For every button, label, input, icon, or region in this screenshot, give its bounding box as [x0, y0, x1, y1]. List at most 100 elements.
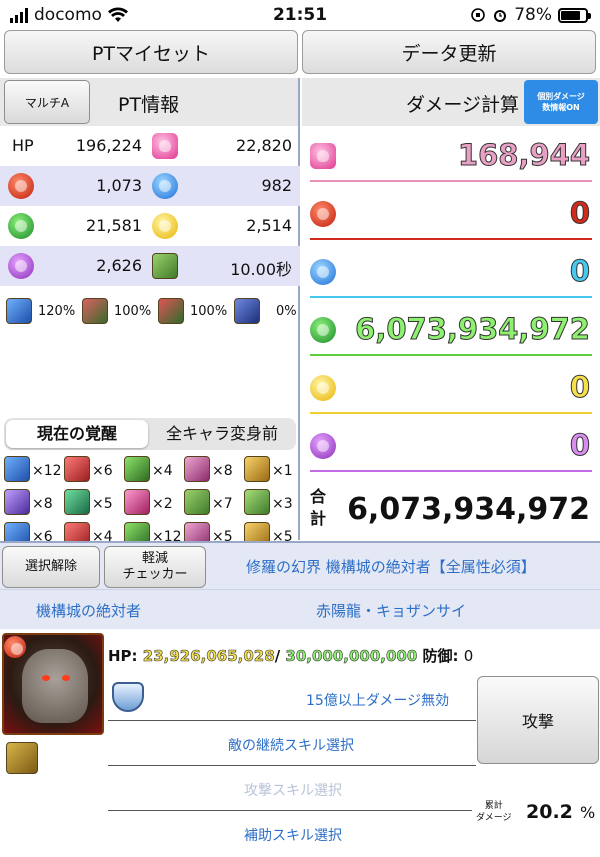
enemy-defense-value: 0	[463, 647, 474, 665]
awakening-count: ×7	[212, 496, 233, 512]
awakening-icon	[124, 456, 150, 482]
floor-tabs: 機構城の絶対者 赤陽龍・キョザンサイ	[0, 589, 600, 629]
time-value: 10.00秒	[230, 260, 292, 279]
dungeon-title-link[interactable]: 修羅の幻界 機構城の絶対者【全属性必須】	[246, 556, 536, 577]
multi-a-button[interactable]: マルチA	[4, 80, 90, 124]
resist-value-1: 120%	[38, 304, 76, 319]
clear-selection-button[interactable]: 選択解除	[2, 546, 100, 588]
awakening-count-3: ×4	[124, 456, 182, 484]
awakening-count-6: ×8	[4, 489, 62, 517]
awakening-count-8: ×2	[124, 489, 182, 517]
detail-damage-toggle-button[interactable]: 個別ダメージ 数情報ON	[524, 80, 598, 124]
pt-myset-button[interactable]: PTマイセット	[4, 30, 298, 74]
pt-info-title: PT情報	[118, 94, 180, 116]
detail-damage-toggle-label: 個別ダメージ 数情報ON	[537, 92, 585, 112]
awakening-count-10: ×3	[244, 489, 302, 517]
resist-poison-icon	[158, 298, 184, 324]
cumulative-damage-unit: %	[580, 803, 596, 822]
tab-current-awakening[interactable]: 現在の覚醒	[6, 420, 148, 448]
water-value: 982	[261, 176, 292, 195]
awakening-icon	[4, 489, 30, 515]
awakening-icon	[244, 456, 270, 482]
fire-orb-icon	[310, 201, 336, 227]
pt-info-panel: マルチA PT情報 HP 196,224 22,820 1,073 982 21…	[0, 78, 302, 614]
light-value: 2,514	[246, 216, 292, 235]
orientation-lock-icon	[471, 8, 486, 22]
awakening-count: ×2	[152, 496, 173, 512]
enemy-hp-line: HP: 23,926,065,028/ 30,000,000,000 防御: 0	[108, 645, 473, 666]
dark-value: 2,626	[96, 256, 142, 275]
damage-row-fire: 0	[302, 186, 600, 244]
tab-all-transform[interactable]: 全キャラ変身前	[150, 420, 294, 448]
dark-underline	[310, 470, 592, 472]
awakening-count: ×8	[212, 463, 233, 479]
hp-value: 196,224	[75, 136, 142, 155]
awakening-icon	[4, 456, 30, 482]
total-damage-value: 6,073,934,972	[347, 492, 590, 527]
resist-value-2: 100%	[114, 304, 152, 319]
reduction-checker-label: 軽減 チェッカー	[122, 551, 188, 582]
cumulative-damage-label: 累計 ダメージ	[476, 801, 512, 823]
enemy-hp-label: HP:	[108, 647, 138, 665]
status-bar: docomo 21:51 78%	[0, 0, 600, 30]
damage-heal-value: 168,944	[457, 138, 590, 173]
fire-value: 1,073	[96, 176, 142, 195]
hp-label: HP	[12, 136, 34, 155]
enemy-hp-separator: /	[274, 647, 281, 665]
heal-orb-icon	[310, 143, 336, 169]
reduction-checker-button[interactable]: 軽減 チェッカー	[104, 546, 206, 588]
awakening-count-2: ×6	[64, 456, 122, 484]
wood-orb-icon	[310, 317, 336, 343]
heal-value: 22,820	[236, 136, 292, 155]
awakening-icon	[184, 456, 210, 482]
attack-button[interactable]: 攻撃	[477, 676, 599, 764]
cumulative-damage-value: 20.2	[526, 801, 573, 823]
support-skill-select[interactable]: 補助スキル選択	[244, 825, 342, 845]
stat-row-wood-light: 21,581 2,514	[0, 206, 300, 246]
damage-water-value: 0	[569, 254, 590, 289]
damage-row-dark: 0	[302, 418, 600, 476]
awakening-tabs: 現在の覚醒 全キャラ変身前	[4, 418, 296, 450]
data-update-button[interactable]: データ更新	[302, 30, 596, 74]
water-orb-icon	[152, 173, 178, 199]
resist-skillbind-icon	[6, 298, 32, 324]
dragon-eye-right	[62, 675, 70, 681]
awakening-count: ×12	[32, 463, 62, 479]
action-bar: 選択解除 軽減 チェッカー 修羅の幻界 機構城の絶対者【全属性必須】	[0, 541, 600, 589]
wood-underline	[310, 354, 592, 356]
floor-tab-1[interactable]: 機構城の絶対者	[36, 600, 141, 621]
floor-tab-2[interactable]: 赤陽龍・キョザンサイ	[316, 600, 466, 621]
damage-panel: ダメージ計算 個別ダメージ 数情報ON 168,944 0 0 6,073,93…	[302, 78, 600, 540]
awakening-count: ×1	[272, 463, 293, 479]
stat-row-fire-water: 1,073 982	[0, 166, 300, 206]
heal-orb-icon	[152, 133, 178, 159]
stat-row-hp: HP 196,224 22,820	[0, 126, 300, 166]
damage-void-shield-icon	[112, 682, 144, 712]
dragon-image	[22, 649, 88, 723]
enemy-hp-max: 30,000,000,000	[285, 647, 418, 666]
resist-value-4: 0%	[276, 304, 297, 319]
damage-row-heal: 168,944	[302, 128, 600, 186]
heal-underline	[310, 180, 592, 182]
awakening-count: ×3	[272, 496, 293, 512]
awakening-count-4: ×8	[184, 456, 242, 484]
resist-bind-icon	[82, 298, 108, 324]
divider-3	[108, 810, 472, 811]
attack-skill-select[interactable]: 攻撃スキル選択	[244, 780, 342, 800]
enemy-defense-label: 防御:	[422, 647, 459, 665]
status-right: 78%	[470, 5, 591, 25]
fire-orb-icon	[8, 173, 34, 199]
battery-percent: 78%	[514, 5, 552, 25]
awakening-count-1: ×12	[4, 456, 62, 484]
wood-orb-icon	[8, 213, 34, 239]
continuous-skill-select[interactable]: 敵の継続スキル選択	[228, 735, 354, 755]
awakening-count-7: ×5	[64, 489, 122, 517]
divider-1	[108, 720, 476, 721]
water-orb-icon	[310, 259, 336, 285]
resist-row: 120% 100% 100% 0%	[0, 290, 300, 330]
resist-jammer-icon	[234, 298, 260, 324]
dark-orb-icon	[8, 253, 34, 279]
stat-row-dark-time: 2,626 10.00秒	[0, 246, 300, 286]
battery-icon	[558, 7, 591, 23]
damage-dark-value: 0	[569, 428, 590, 463]
